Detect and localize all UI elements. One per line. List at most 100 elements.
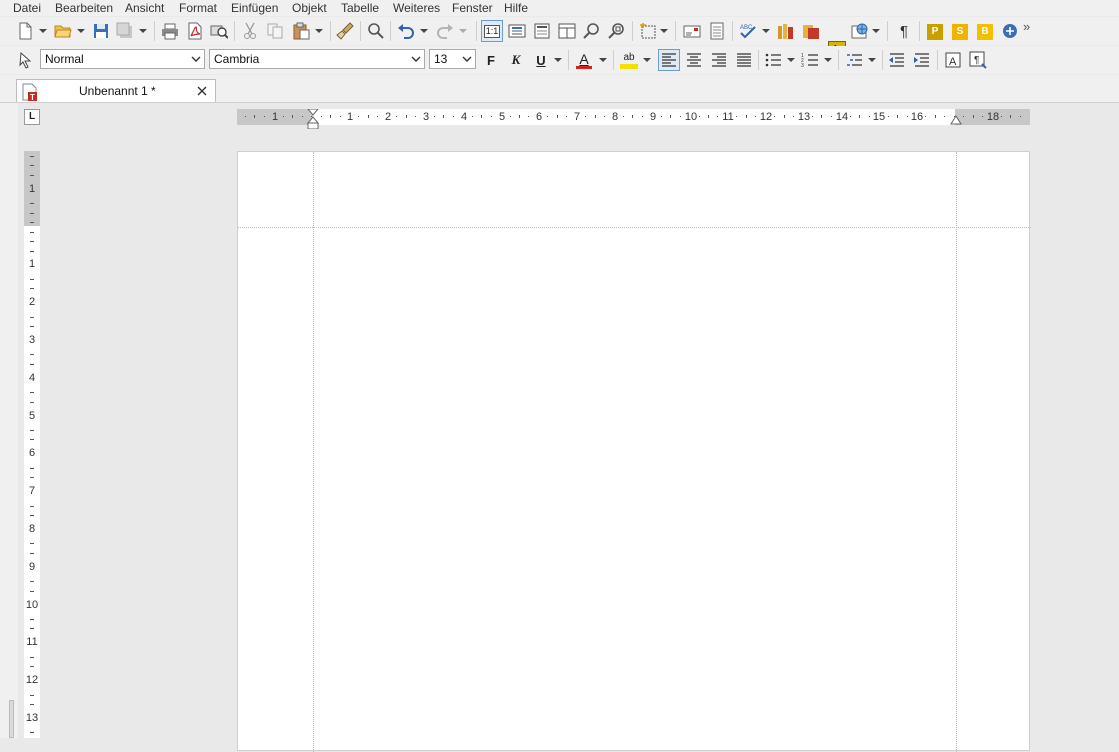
zoom-page-button[interactable] [606,20,628,42]
bold-button[interactable]: F [480,49,502,71]
font-color-dropdown[interactable] [598,49,608,71]
font-name-select[interactable]: Cambria [209,49,425,69]
chevron-down-icon [411,56,421,62]
sidebar-resize-handle[interactable] [9,700,14,738]
font-color-button[interactable]: A [573,49,595,71]
menu-hilfe[interactable]: Hilfe [504,0,528,16]
highlight-button[interactable]: ab [618,49,640,71]
menu-ansicht[interactable]: Ansicht [125,0,164,16]
spellcheck-dropdown[interactable] [761,20,771,42]
bullets-button[interactable] [762,49,784,71]
dictionary-button[interactable] [800,20,822,42]
bullets-dropdown[interactable] [786,49,796,71]
ruler-tick [935,115,936,118]
character-format-button[interactable]: A [942,49,964,71]
justify-button[interactable] [733,49,755,71]
language-button[interactable] [849,20,871,42]
new-document-dropdown[interactable] [38,20,48,42]
smartsheet-button[interactable]: S [952,24,968,40]
paste-dropdown[interactable] [314,20,324,42]
ruler-dot [736,116,737,117]
find-button[interactable] [365,20,387,42]
document-tab[interactable]: T Unbenannt 1 * [16,79,216,102]
align-center-button[interactable] [683,49,705,71]
menu-objekt[interactable]: Objekt [292,0,327,16]
undo-button[interactable] [395,20,417,42]
print-preview-button[interactable] [208,20,230,42]
menu-fenster[interactable]: Fenster [452,0,493,16]
close-icon[interactable] [195,84,209,98]
decrease-indent-button[interactable] [886,49,908,71]
numbering-button[interactable]: 123 [799,49,821,71]
menu-einfuegen[interactable]: Einfügen [231,0,278,16]
thesaurus-button[interactable] [775,20,797,42]
numbering-dropdown[interactable] [823,49,833,71]
redo-button[interactable] [434,20,456,42]
copy-button[interactable] [264,20,286,42]
normal-view-button[interactable]: 1:1 [481,20,503,42]
paragraph-format-button[interactable]: ¶ [967,49,989,71]
outline-list-button[interactable] [843,49,865,71]
save-button[interactable] [90,20,112,42]
formatting-marks-button[interactable]: ¶ [893,20,915,42]
paste-button[interactable] [290,20,312,42]
export-pdf-button[interactable] [184,20,206,42]
font-size-select[interactable]: 13 [429,49,476,69]
planmaker-button[interactable]: P [927,24,943,40]
layout-view-button[interactable] [506,20,528,42]
ruler-tick [30,203,34,204]
right-indent-marker-icon[interactable] [950,114,962,125]
paragraph-style-select[interactable]: Normal [40,49,205,69]
print-button[interactable] [159,20,181,42]
ruler-tick [481,115,482,118]
menu-tabelle[interactable]: Tabelle [341,0,379,16]
format-painter-button[interactable] [334,20,356,42]
open-button[interactable] [52,20,74,42]
language-dropdown[interactable] [871,20,881,42]
redo-dropdown[interactable] [458,20,468,42]
align-left-button[interactable] [658,49,680,71]
highlight-dropdown[interactable] [642,49,652,71]
ruler-number: 11 [722,111,734,123]
increase-indent-button[interactable] [911,49,933,71]
frame-button[interactable] [637,20,659,42]
underline-button[interactable]: U [530,49,552,71]
new-document-button[interactable] [14,20,36,42]
spellcheck-button[interactable]: ABC [737,20,759,42]
envelope-button[interactable] [681,20,703,42]
horizontal-ruler[interactable]: 1 1 2 3 4 5 6 7 8 9 10 11 12 13 14 15 16 18 [237,109,1030,129]
menu-format[interactable]: Format [179,0,217,16]
indent-marker-icon[interactable] [307,109,319,129]
ruler-dot [472,116,473,117]
page-view-button[interactable] [531,20,553,42]
open-dropdown[interactable] [76,20,86,42]
outline-list-dropdown[interactable] [867,49,877,71]
vertical-ruler[interactable]: 1 1 2 3 4 5 6 7 8 9 10 11 12 13 [24,151,40,738]
menu-weiteres[interactable]: Weiteres [393,0,440,16]
zoom-button[interactable] [581,20,603,42]
underline-dropdown[interactable] [553,49,563,71]
ruler-dot [1001,116,1002,117]
basicmaker-button[interactable]: B [977,24,993,40]
tab-stop-type-button[interactable]: L [24,109,40,125]
save-dropdown[interactable] [138,20,148,42]
select-mode-button[interactable] [14,49,36,71]
undo-dropdown[interactable] [419,20,429,42]
align-right-button[interactable] [708,49,730,71]
document-page[interactable] [237,151,1031,752]
ruler-dot [944,116,945,117]
ruler-dot [377,116,378,117]
toolbar-overflow-icon[interactable]: » [1023,19,1030,34]
form-button[interactable] [706,20,728,42]
browser-button[interactable] [999,20,1021,42]
text-area[interactable] [314,228,956,748]
outline-view-button[interactable] [556,20,578,42]
ruler-tick [708,115,709,118]
ruler-tick [30,543,34,544]
menu-datei[interactable]: Datei [13,0,41,16]
cut-button[interactable] [239,20,261,42]
menu-bearbeiten[interactable]: Bearbeiten [55,0,113,16]
save-all-button[interactable] [114,20,136,42]
frame-dropdown[interactable] [659,20,669,42]
italic-button[interactable]: K [505,49,527,71]
